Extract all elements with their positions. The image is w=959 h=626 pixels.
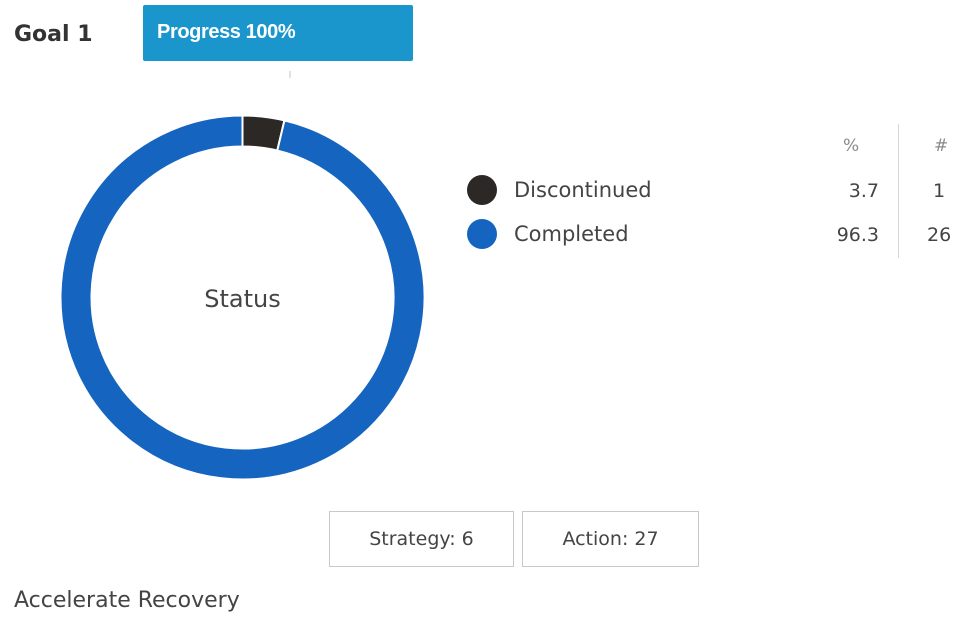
status-donut-chart: Status — [59, 114, 426, 481]
progress-badge: Progress 100% — [143, 5, 413, 61]
action-count-button[interactable]: Action: 27 — [522, 511, 699, 567]
completed-dot-icon — [467, 219, 497, 249]
donut-center-label: Status — [204, 285, 280, 313]
completed-count: 26 — [927, 224, 952, 246]
discontinued-count: 1 — [933, 180, 946, 202]
legend-item-completed[interactable]: Completed — [467, 216, 629, 252]
discontinued-dot-icon — [467, 175, 497, 205]
legend-item-discontinued[interactable]: Discontinued — [467, 172, 652, 208]
completed-percent: 96.3 — [836, 224, 879, 246]
strategy-count-button[interactable]: Strategy: 6 — [329, 511, 514, 567]
goal-name: Accelerate Recovery — [14, 588, 240, 613]
count-column-header: # — [934, 136, 949, 156]
legend-label-discontinued: Discontinued — [514, 178, 652, 202]
percent-column-header: % — [843, 136, 860, 156]
discontinued-percent: 3.7 — [848, 180, 879, 202]
goal-title: Goal 1 — [14, 22, 93, 47]
table-column-divider — [898, 124, 899, 258]
legend-label-completed: Completed — [514, 222, 629, 246]
progress-marker — [289, 71, 291, 78]
